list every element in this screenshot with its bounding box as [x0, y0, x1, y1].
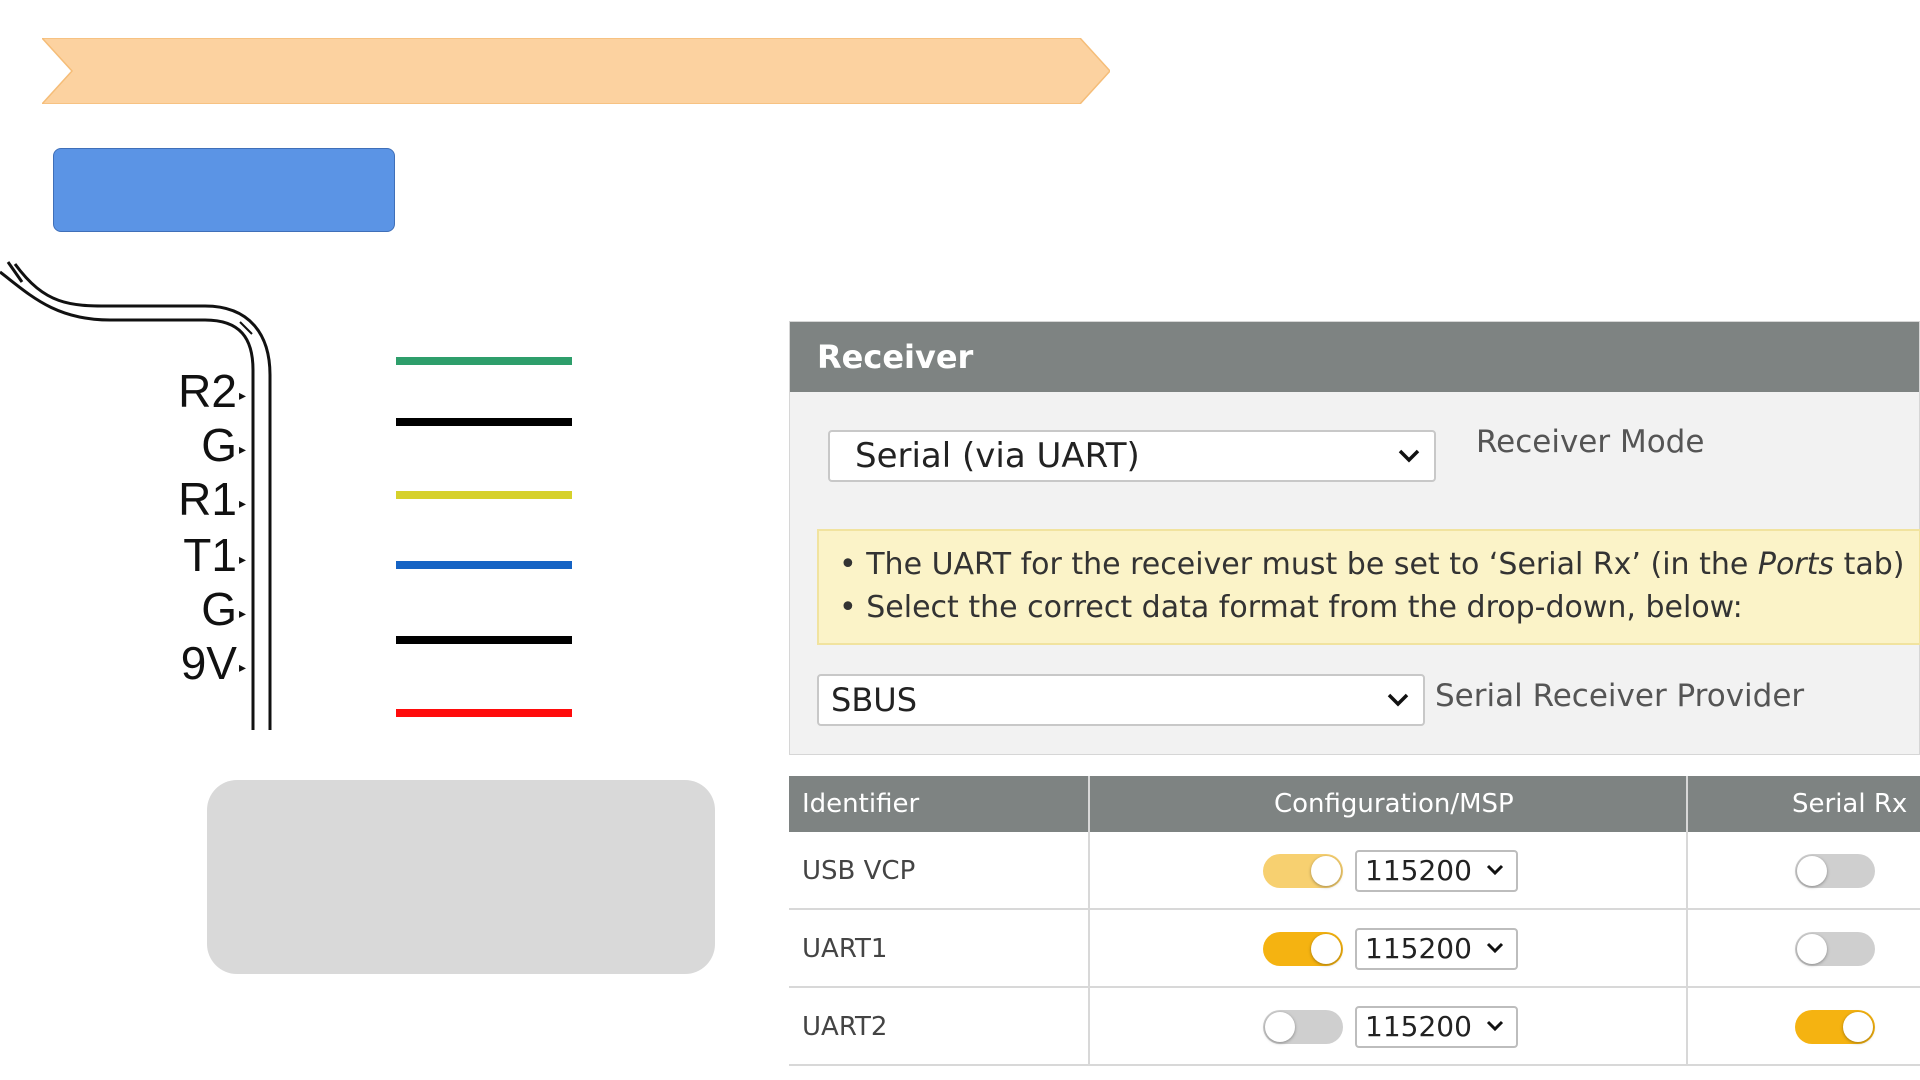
pin-arrow-icon: ▸ — [238, 440, 246, 457]
ports-table: Identifier Configuration/MSP Serial Rx U… — [789, 776, 1920, 1066]
pin-arrow-icon: ▸ — [238, 386, 246, 403]
toggle-knob — [1843, 1012, 1873, 1042]
pin-label-r1: R1 ▸ — [178, 473, 246, 525]
pin-label-9v: 9V ▸ — [180, 637, 246, 689]
serial-rx-toggle[interactable] — [1795, 932, 1875, 966]
serial-provider-select[interactable]: SBUS — [817, 674, 1425, 726]
pin-arrow-icon: ▸ — [238, 550, 246, 567]
port-identifier: UART2 — [802, 1012, 888, 1042]
pin-label-r2: R2 ▸ — [178, 365, 246, 417]
ports-table-header: Identifier Configuration/MSP Serial Rx — [789, 776, 1920, 832]
serial-rx-toggle[interactable] — [1795, 1010, 1875, 1044]
column-divider — [1088, 776, 1090, 1066]
baud-rate-select[interactable]: 115200 — [1355, 928, 1518, 970]
receiver-panel-title: Receiver — [790, 322, 1919, 392]
port-identifier: USB VCP — [802, 856, 916, 886]
col-header-serial-rx: Serial Rx — [1792, 789, 1908, 819]
wire-green — [396, 357, 572, 365]
col-header-identifier: Identifier — [802, 789, 920, 819]
pin-arrow-icon: ▸ — [238, 494, 246, 511]
wire-red — [396, 709, 572, 717]
pin-label-g: G ▸ — [201, 583, 246, 635]
receiver-panel: Receiver Serial (via UART) Receiver Mode… — [789, 321, 1920, 755]
toggle-knob — [1311, 934, 1341, 964]
chevron-down-icon — [1486, 942, 1504, 954]
toggle-knob — [1265, 1012, 1295, 1042]
pin-label-t1: T1 ▸ — [183, 529, 246, 581]
port-identifier: UART1 — [802, 934, 888, 964]
serial-rx-toggle[interactable] — [1795, 854, 1875, 888]
pin-arrow-icon: ▸ — [238, 604, 246, 621]
wire-black — [396, 418, 572, 426]
wire-blue — [396, 561, 572, 569]
column-divider — [1686, 776, 1688, 1066]
notice-line-1: • The UART for the receiver must be set … — [839, 547, 1905, 582]
blue-label-box — [53, 148, 395, 232]
chevron-down-icon — [1387, 693, 1409, 707]
pin-arrow-icon: ▸ — [238, 658, 246, 675]
toggle-knob — [1797, 856, 1827, 886]
receiver-mode-value: Serial (via UART) — [855, 436, 1140, 476]
toggle-knob — [1797, 934, 1827, 964]
chevron-down-icon — [1398, 449, 1420, 463]
toggle-knob — [1311, 856, 1341, 886]
chevron-down-icon — [1486, 1020, 1504, 1032]
baud-rate-select[interactable]: 115200 — [1355, 1006, 1518, 1048]
chevron-down-icon — [1486, 864, 1504, 876]
table-row: UART1 115200 — [789, 910, 1920, 988]
baud-rate-select[interactable]: 115200 — [1355, 850, 1518, 892]
wire-black — [396, 636, 572, 644]
serial-provider-label: Serial Receiver Provider — [1435, 678, 1805, 714]
table-row: UART2 115200 — [789, 988, 1920, 1066]
table-row: USB VCP 115200 — [789, 832, 1920, 910]
orange-arrow-banner — [42, 38, 1110, 104]
notice-line-2: • Select the correct data format from th… — [839, 590, 1743, 625]
receiver-mode-select[interactable]: Serial (via UART) — [828, 430, 1436, 482]
msp-toggle[interactable] — [1263, 1010, 1343, 1044]
msp-toggle[interactable] — [1263, 854, 1343, 888]
serial-provider-value: SBUS — [831, 681, 917, 719]
wire-yellow — [396, 491, 572, 499]
gray-placeholder-box — [207, 780, 715, 974]
pin-label-g: G ▸ — [201, 419, 246, 471]
receiver-notice: • The UART for the receiver must be set … — [817, 529, 1920, 645]
receiver-mode-label: Receiver Mode — [1476, 424, 1705, 460]
msp-toggle[interactable] — [1263, 932, 1343, 966]
col-header-config-msp: Configuration/MSP — [1274, 789, 1514, 819]
